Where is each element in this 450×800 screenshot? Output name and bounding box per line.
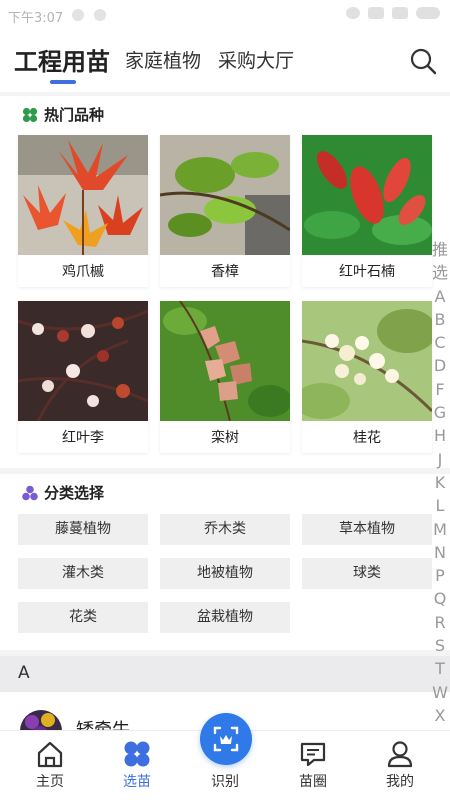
nav-profile[interactable]: 我的 xyxy=(355,731,445,800)
variety-image xyxy=(18,301,148,421)
variety-name: 桂花 xyxy=(353,430,381,446)
index-letter[interactable]: M xyxy=(430,518,450,541)
variety-card[interactable]: 鸡爪槭 xyxy=(18,135,148,287)
nav-home[interactable]: 主页 xyxy=(5,731,95,800)
index-letter[interactable]: R xyxy=(430,611,450,634)
index-letter[interactable]: F xyxy=(430,378,450,401)
index-letter[interactable]: K xyxy=(430,471,450,494)
user-icon xyxy=(387,741,413,768)
main-content: 热门品种 鸡爪槭 香樟 红叶石楠 红叶李 栾树 桂花 分类选择 藤蔓植物 乔木类… xyxy=(0,92,450,730)
index-letter[interactable]: X xyxy=(430,704,450,727)
home-icon xyxy=(37,741,63,768)
index-letter[interactable]: T xyxy=(430,657,450,680)
index-letter[interactable]: H xyxy=(430,424,450,447)
tab-purchase-hall[interactable]: 采购大厅 xyxy=(218,46,294,73)
index-letter[interactable]: Q xyxy=(430,587,450,610)
variety-name: 鸡爪槭 xyxy=(62,264,104,280)
category-header: 分类选择 xyxy=(22,482,104,503)
active-tab-indicator xyxy=(50,80,76,84)
hot-varieties-section: 热门品种 鸡爪槭 香樟 红叶石楠 红叶李 栾树 桂花 xyxy=(0,96,450,468)
nav-select-seedlings[interactable]: 选苗 xyxy=(92,731,182,800)
wifi-icon xyxy=(392,7,408,19)
variety-image xyxy=(160,135,290,255)
section-title: 分类选择 xyxy=(44,484,105,502)
category-chip[interactable]: 乔木类 xyxy=(160,514,290,545)
index-letter[interactable]: J xyxy=(430,448,450,471)
variety-name: 红叶石楠 xyxy=(339,264,395,280)
tab-engineering[interactable]: 工程用苗 xyxy=(14,42,110,77)
index-letter[interactable]: G xyxy=(430,401,450,424)
category-chip[interactable]: 花类 xyxy=(18,602,148,633)
notification-icon xyxy=(72,9,84,21)
clover-icon xyxy=(22,107,38,122)
variety-card[interactable]: 红叶石楠 xyxy=(302,135,432,287)
nav-label: 我的 xyxy=(386,774,414,790)
search-icon[interactable] xyxy=(408,46,438,76)
scan-icon xyxy=(213,726,239,752)
variety-card[interactable]: 栾树 xyxy=(160,301,290,453)
signal-icon xyxy=(368,7,384,19)
variety-image xyxy=(18,135,148,255)
tab-home-plants[interactable]: 家庭植物 xyxy=(125,46,201,73)
bottom-nav: 主页 选苗 识别 苗圈 我的 xyxy=(0,713,450,800)
category-chip[interactable]: 球类 xyxy=(302,558,432,589)
nav-label: 主页 xyxy=(36,774,64,790)
notification-icon xyxy=(94,9,106,21)
top-nav: 工程用苗 家庭植物 采购大厅 xyxy=(0,30,450,92)
nav-label: 识别 xyxy=(211,774,239,790)
section-letter: A xyxy=(18,663,30,683)
dots-icon xyxy=(22,485,38,500)
nav-identify[interactable]: 识别 xyxy=(180,713,270,800)
list-section-header: A xyxy=(0,656,450,692)
status-time: 下午3:07 xyxy=(8,11,64,26)
category-chip[interactable]: 盆栽植物 xyxy=(160,602,290,633)
status-icons xyxy=(346,7,440,19)
nav-label: 选苗 xyxy=(123,774,151,790)
variety-name: 香樟 xyxy=(211,264,239,280)
variety-card[interactable]: 桂花 xyxy=(302,301,432,453)
index-letter[interactable]: L xyxy=(430,494,450,517)
variety-name: 红叶李 xyxy=(62,430,104,446)
variety-card[interactable]: 红叶李 xyxy=(18,301,148,453)
index-letter[interactable]: S xyxy=(430,634,450,657)
variety-image xyxy=(302,301,432,421)
index-letter[interactable]: 推 xyxy=(430,238,450,261)
variety-name: 栾树 xyxy=(211,430,239,446)
list-item-name: 矮牵牛 xyxy=(76,716,130,730)
index-letter[interactable]: B xyxy=(430,308,450,331)
category-chip[interactable]: 地被植物 xyxy=(160,558,290,589)
variety-image xyxy=(302,135,432,255)
index-letter[interactable]: D xyxy=(430,354,450,377)
index-letter[interactable]: A xyxy=(430,285,450,308)
variety-card[interactable]: 香樟 xyxy=(160,135,290,287)
scan-button[interactable] xyxy=(200,713,252,765)
index-letter[interactable]: C xyxy=(430,331,450,354)
variety-image xyxy=(160,301,290,421)
nav-seedling-circle[interactable]: 苗圈 xyxy=(268,731,358,800)
category-chip[interactable]: 草本植物 xyxy=(302,514,432,545)
index-letter[interactable]: N xyxy=(430,541,450,564)
section-title: 热门品种 xyxy=(44,106,105,124)
clover-icon xyxy=(124,741,150,767)
status-bar: 下午3:07 xyxy=(0,0,450,30)
index-letter[interactable]: 选 xyxy=(430,261,450,284)
category-chip[interactable]: 灌木类 xyxy=(18,558,148,589)
index-letter[interactable]: W xyxy=(430,681,450,704)
message-icon xyxy=(300,742,326,767)
alarm-icon xyxy=(346,7,360,19)
battery-icon xyxy=(416,7,440,19)
hot-varieties-header: 热门品种 xyxy=(22,104,104,125)
category-section: 分类选择 藤蔓植物 乔木类 草本植物 灌木类 地被植物 球类 花类 盆栽植物 xyxy=(0,474,450,650)
nav-label: 苗圈 xyxy=(299,774,327,790)
category-chip[interactable]: 藤蔓植物 xyxy=(18,514,148,545)
avatar xyxy=(20,710,62,730)
alphabet-index[interactable]: 推 选 A B C D F G H J K L M N P Q R S T W … xyxy=(430,238,450,730)
index-letter[interactable]: P xyxy=(430,564,450,587)
